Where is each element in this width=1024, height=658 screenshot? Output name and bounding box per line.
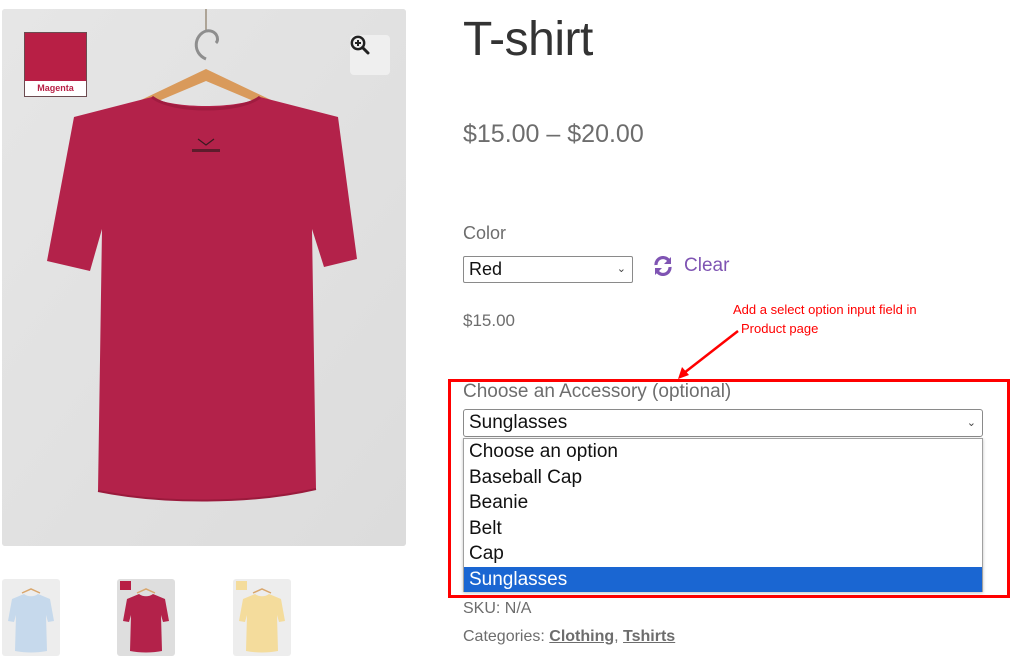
color-selected-value: Red bbox=[469, 259, 503, 279]
product-main-image[interactable]: Magenta bbox=[2, 9, 406, 546]
categories: Categories: Clothing, Tshirts bbox=[463, 628, 676, 645]
variation-price: $15.00 bbox=[463, 311, 515, 330]
accessory-selected-value: Sunglasses bbox=[469, 412, 568, 433]
tshirt-thumb-icon bbox=[120, 581, 169, 653]
color-select[interactable]: Red ⌄ bbox=[463, 256, 633, 283]
clear-label: Clear bbox=[684, 255, 730, 276]
categories-label: Categories: bbox=[463, 628, 545, 645]
chevron-down-icon: ⌄ bbox=[966, 417, 976, 429]
color-label: Color bbox=[463, 223, 507, 243]
sku: SKU: N/A bbox=[463, 600, 531, 618]
swatch-color bbox=[25, 33, 86, 81]
chevron-down-icon: ⌄ bbox=[616, 263, 626, 275]
refresh-icon bbox=[654, 256, 672, 276]
thumbnail-yellow[interactable] bbox=[233, 579, 291, 656]
thumbnail-light-blue[interactable] bbox=[2, 579, 60, 656]
accessory-option[interactable]: Choose an option bbox=[464, 439, 982, 465]
accessory-label: Choose an Accessory (optional) bbox=[463, 381, 732, 402]
annotation-line-2: Product page bbox=[741, 321, 819, 336]
tshirt-thumb-icon bbox=[236, 581, 285, 653]
category-link-clothing[interactable]: Clothing bbox=[549, 628, 614, 645]
price-range: $15.00 – $20.00 bbox=[463, 120, 644, 148]
color-swatch-badge: Magenta bbox=[24, 32, 87, 97]
accessory-select[interactable]: Sunglasses ⌄ bbox=[463, 409, 983, 437]
annotation-callout: Add a select option input field in Produ… bbox=[733, 300, 917, 338]
accessory-option-selected[interactable]: Sunglasses bbox=[464, 566, 982, 592]
accessory-option[interactable]: Baseball Cap bbox=[464, 465, 982, 491]
zoom-in-icon bbox=[350, 35, 370, 55]
accessory-option[interactable]: Cap bbox=[464, 541, 982, 567]
sku-label: SKU: bbox=[463, 600, 501, 617]
tshirt-thumb-icon bbox=[8, 588, 54, 653]
clear-button[interactable]: Clear bbox=[652, 255, 729, 277]
category-link-tshirts[interactable]: Tshirts bbox=[623, 628, 675, 645]
accessory-dropdown-list: Choose an option Baseball Cap Beanie Bel… bbox=[463, 438, 983, 592]
annotation-line-1: Add a select option input field in bbox=[733, 302, 917, 317]
accessory-option[interactable]: Beanie bbox=[464, 490, 982, 516]
sku-value: N/A bbox=[504, 600, 532, 617]
swatch-label: Magenta bbox=[37, 83, 74, 93]
thumbnail-red[interactable] bbox=[117, 579, 175, 656]
accessory-option[interactable]: Belt bbox=[464, 516, 982, 542]
product-title: T-shirt bbox=[463, 13, 593, 66]
zoom-button[interactable] bbox=[350, 35, 390, 75]
